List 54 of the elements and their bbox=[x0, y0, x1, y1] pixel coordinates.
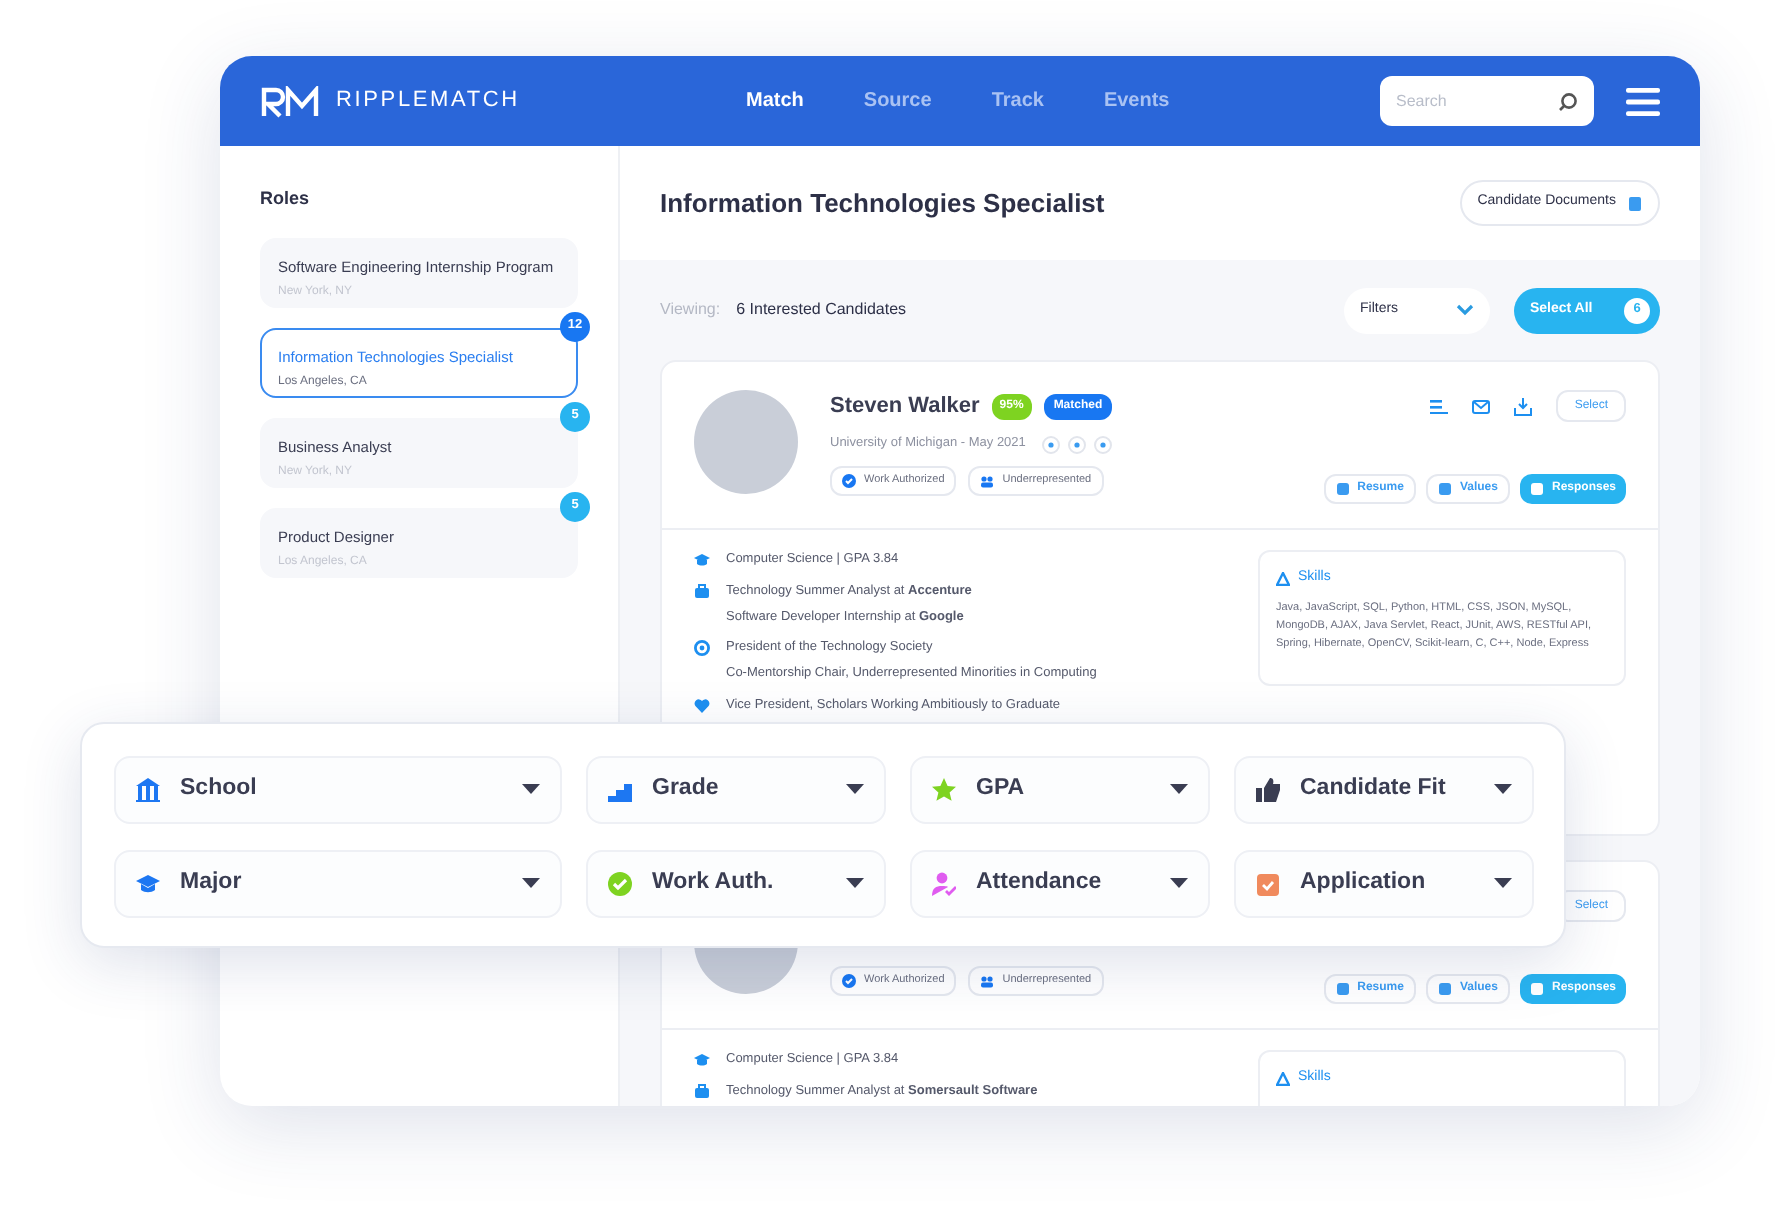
checkmark-badge-icon bbox=[608, 872, 632, 896]
nav-tab[interactable]: Source bbox=[863, 86, 932, 116]
search-icon bbox=[1558, 91, 1578, 111]
sidebar-title: Roles bbox=[260, 186, 312, 212]
caret-icon bbox=[1170, 784, 1188, 796]
caret-icon bbox=[1494, 784, 1512, 796]
triangle-icon bbox=[1276, 571, 1290, 586]
nav-tab[interactable]: Track bbox=[991, 86, 1044, 116]
people-icon bbox=[980, 974, 995, 988]
check-icon bbox=[842, 474, 856, 488]
caret-icon bbox=[1170, 878, 1188, 890]
nav-tab[interactable]: Match bbox=[746, 86, 804, 116]
download-icon bbox=[1514, 397, 1533, 415]
caret-icon bbox=[522, 878, 540, 890]
graduation-cap-icon bbox=[694, 1052, 710, 1068]
filter-dropdown[interactable]: Application bbox=[1234, 850, 1534, 918]
logo-icon bbox=[260, 85, 320, 117]
person-check-icon bbox=[932, 872, 956, 896]
filter-dropdown[interactable]: Attendance bbox=[910, 850, 1210, 918]
heart-icon bbox=[694, 697, 710, 714]
page-title: Information Technologies Specialist bbox=[660, 185, 1105, 222]
filter-dropdown[interactable]: School bbox=[114, 756, 562, 824]
briefcase-icon bbox=[694, 583, 710, 600]
people-icon bbox=[980, 474, 995, 488]
caret-icon bbox=[1494, 878, 1512, 890]
triangle-icon bbox=[1276, 1071, 1290, 1086]
filter-dropdown[interactable]: Candidate Fit bbox=[1234, 756, 1534, 824]
list-icon bbox=[1430, 398, 1449, 414]
star-icon bbox=[932, 778, 956, 802]
target-icon bbox=[694, 640, 710, 657]
graduation-cap-icon bbox=[136, 872, 160, 896]
caret-icon bbox=[522, 784, 540, 796]
mail-icon bbox=[1472, 399, 1491, 413]
filter-dropdown[interactable]: Grade bbox=[586, 756, 886, 824]
viewing-label: Viewing: bbox=[660, 298, 721, 322]
caret-icon bbox=[846, 784, 864, 796]
check-icon bbox=[842, 974, 856, 988]
filter-dropdown[interactable]: Work Auth. bbox=[586, 850, 886, 918]
viewing-count: 6 Interested Candidates bbox=[736, 298, 907, 322]
chevron-icon bbox=[1456, 304, 1474, 316]
photo-placeholder bbox=[694, 390, 798, 494]
graduation-cap-icon bbox=[694, 552, 710, 568]
candidate-name: Steven Walker bbox=[830, 391, 980, 422]
briefcase-icon bbox=[694, 1083, 710, 1100]
bar-steps-icon bbox=[608, 778, 632, 802]
filter-dropdown[interactable]: Major bbox=[114, 850, 562, 918]
clipboard-check-icon bbox=[1256, 872, 1280, 896]
thumbs-up-icon bbox=[1256, 778, 1280, 802]
school-icon bbox=[136, 778, 160, 802]
nav-tab[interactable]: Events bbox=[1103, 86, 1170, 116]
brand-name: RIPPLEMATCH bbox=[336, 86, 520, 117]
filter-dropdown[interactable]: GPA bbox=[910, 756, 1210, 824]
menu-icon bbox=[1626, 87, 1660, 115]
caret-icon bbox=[846, 878, 864, 890]
